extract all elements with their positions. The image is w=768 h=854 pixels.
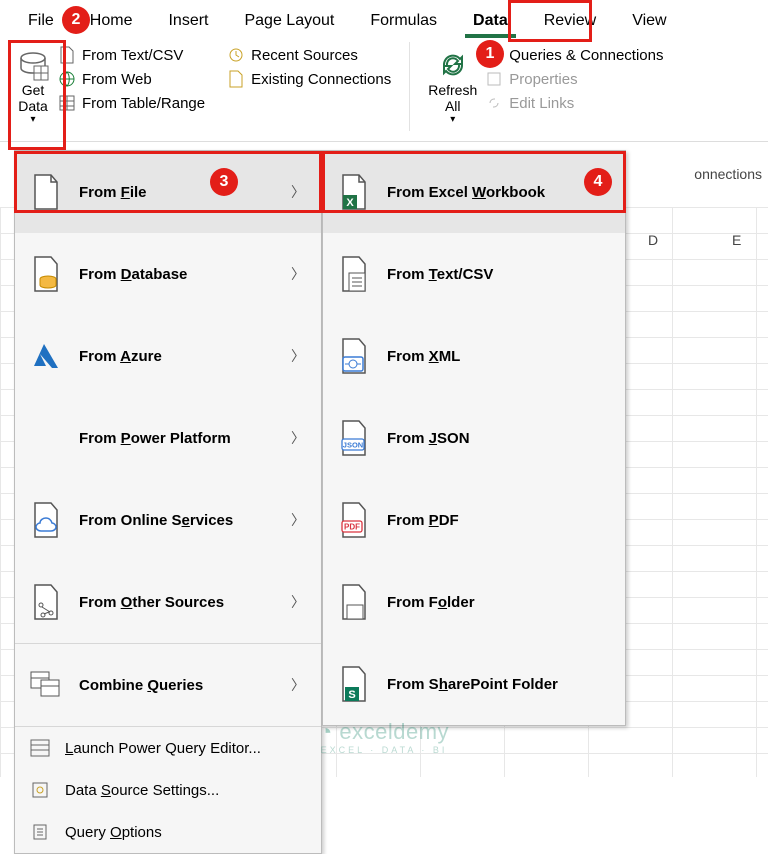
- annotation-bubble-2: 2: [62, 6, 90, 34]
- file-icon: [29, 171, 63, 213]
- group-get-transform: Get Data ▾ From Text/CSV From Web From T…: [8, 42, 410, 131]
- menu-from-folder[interactable]: From Folder: [323, 561, 625, 643]
- menu-from-text-csv[interactable]: From Text/CSV: [323, 233, 625, 315]
- recent-sources-button[interactable]: Recent Sources: [227, 46, 391, 64]
- annotation-bubble-1: 1: [476, 40, 504, 68]
- power-platform-icon: [29, 417, 63, 459]
- chevron-down-icon: ▾: [450, 114, 455, 125]
- properties-icon: [485, 70, 503, 88]
- existing-icon: [227, 70, 245, 88]
- annotation-bubble-4: 4: [584, 168, 612, 196]
- column-header-d[interactable]: D: [648, 232, 658, 248]
- menu-from-xml[interactable]: From XML: [323, 315, 625, 397]
- tab-data[interactable]: Data: [455, 6, 526, 36]
- menu-from-azure[interactable]: From Azure 〉: [15, 315, 321, 397]
- svg-text:JSON: JSON: [343, 441, 363, 450]
- xml-file-icon: [337, 335, 371, 377]
- get-data-button[interactable]: Get Data ▾: [8, 42, 58, 131]
- menu-from-power-platform[interactable]: From Power Platform 〉: [15, 397, 321, 479]
- get-data-icon: [16, 48, 50, 82]
- chevron-right-icon: 〉: [291, 592, 305, 612]
- edit-links-button: Edit Links: [485, 94, 663, 112]
- menu-from-online-services[interactable]: From Online Services 〉: [15, 479, 321, 561]
- database-icon: [29, 253, 63, 295]
- chevron-right-icon: 〉: [291, 264, 305, 284]
- tab-insert[interactable]: Insert: [150, 6, 226, 36]
- svg-text:S: S: [348, 689, 355, 701]
- menu-query-options[interactable]: Query Options: [15, 811, 321, 853]
- existing-connections-button[interactable]: Existing Connections: [227, 70, 391, 88]
- table-icon: [58, 94, 76, 112]
- menu-from-file[interactable]: From File 〉: [15, 151, 321, 233]
- menu-combine-queries[interactable]: Combine Queries 〉: [15, 644, 321, 726]
- from-text-csv-button[interactable]: From Text/CSV: [58, 46, 205, 64]
- options-icon: [29, 821, 51, 843]
- menu-from-other-sources[interactable]: From Other Sources 〉: [15, 561, 321, 643]
- get-data-menu: From File 〉 From Database 〉 From Azure 〉…: [14, 150, 322, 854]
- sharepoint-icon: S: [337, 663, 371, 705]
- chevron-right-icon: 〉: [291, 428, 305, 448]
- from-web-button[interactable]: From Web: [58, 70, 205, 88]
- tab-view[interactable]: View: [614, 6, 684, 36]
- properties-button: Properties: [485, 70, 663, 88]
- file-icon: [58, 46, 76, 64]
- get-data-label: Get Data: [18, 82, 48, 114]
- menu-from-sharepoint-folder[interactable]: S From SharePoint Folder: [323, 643, 625, 725]
- svg-text:PDF: PDF: [344, 523, 360, 532]
- refresh-icon: [436, 48, 470, 82]
- menu-from-pdf[interactable]: PDF From PDF: [323, 479, 625, 561]
- chevron-right-icon: 〉: [291, 182, 305, 202]
- chevron-right-icon: 〉: [291, 510, 305, 530]
- menu-from-excel-workbook[interactable]: X From Excel Workbook: [323, 151, 625, 233]
- folder-icon: [337, 581, 371, 623]
- pdf-file-icon: PDF: [337, 499, 371, 541]
- cloud-icon: [29, 499, 63, 541]
- azure-icon: [29, 335, 63, 377]
- column-header-e[interactable]: E: [732, 232, 741, 248]
- connections-tab-text: onnections: [694, 166, 762, 182]
- queries-connections-button[interactable]: Queries & Connections: [485, 46, 663, 64]
- tab-review[interactable]: Review: [526, 6, 614, 36]
- ribbon-tabs: File Home Insert Page Layout Formulas Da…: [0, 0, 768, 36]
- chevron-right-icon: 〉: [291, 675, 305, 695]
- clock-icon: [227, 46, 245, 64]
- chevron-right-icon: 〉: [291, 346, 305, 366]
- excel-file-icon: X: [337, 171, 371, 213]
- tab-page-layout[interactable]: Page Layout: [226, 6, 352, 36]
- tab-formulas[interactable]: Formulas: [352, 6, 455, 36]
- editor-icon: [29, 737, 51, 759]
- text-file-icon: [337, 253, 371, 295]
- link-icon: [485, 94, 503, 112]
- other-sources-icon: [29, 581, 63, 623]
- annotation-bubble-3: 3: [210, 168, 238, 196]
- menu-launch-pqe[interactable]: Launch Power Query Editor...: [15, 727, 321, 769]
- globe-icon: [58, 70, 76, 88]
- watermark: ◔ exceldemy EXCEL · DATA · BI: [319, 719, 449, 755]
- svg-text:X: X: [346, 197, 354, 209]
- json-file-icon: JSON: [337, 417, 371, 459]
- menu-from-json[interactable]: JSON From JSON: [323, 397, 625, 479]
- from-file-submenu: X From Excel Workbook From Text/CSV From…: [322, 150, 626, 726]
- menu-from-database[interactable]: From Database 〉: [15, 233, 321, 315]
- from-table-range-button[interactable]: From Table/Range: [58, 94, 205, 112]
- settings-icon: [29, 779, 51, 801]
- group-queries-connections: Refresh All ▾ Queries & Connections Prop…: [420, 42, 681, 131]
- chevron-down-icon: ▾: [30, 114, 35, 125]
- combine-icon: [29, 664, 63, 706]
- menu-data-source-settings[interactable]: Data Source Settings...: [15, 769, 321, 811]
- ribbon: Get Data ▾ From Text/CSV From Web From T…: [0, 36, 768, 142]
